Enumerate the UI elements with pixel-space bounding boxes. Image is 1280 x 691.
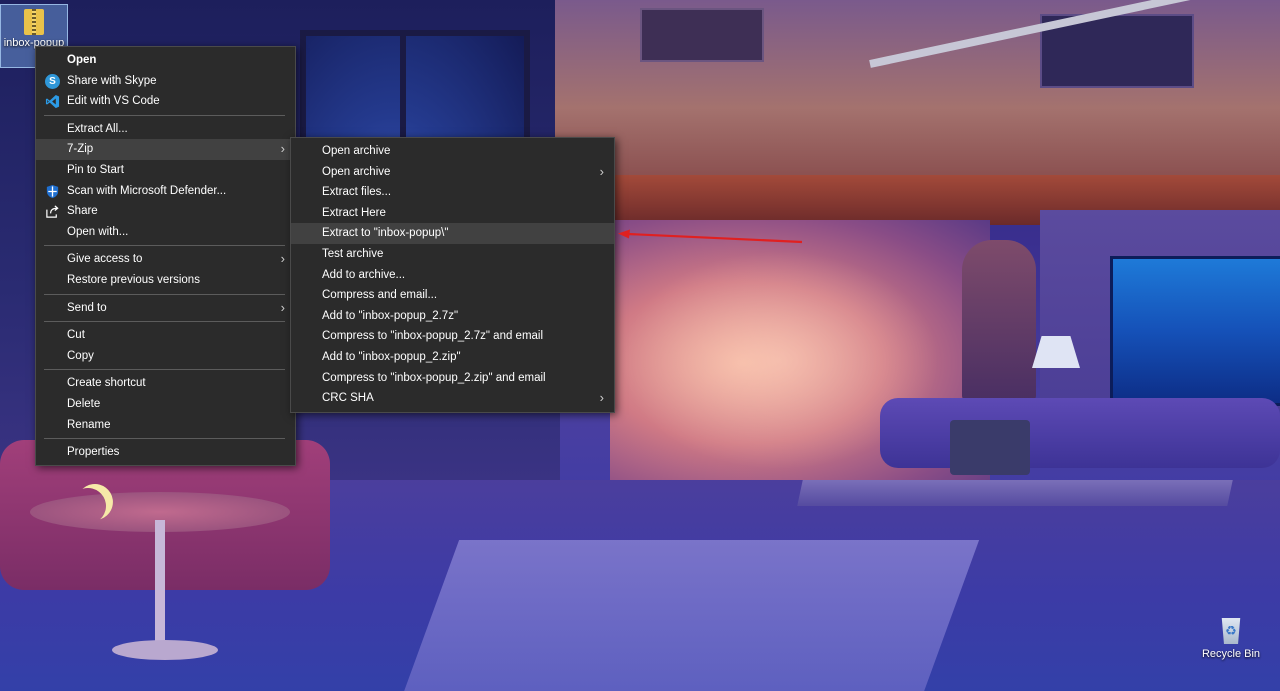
submenu-item-add-to-zip[interactable]: Add to "inbox-popup_2.zip": [291, 347, 614, 368]
menu-item-properties[interactable]: Properties: [36, 442, 295, 463]
menu-separator: [44, 114, 285, 116]
menu-item-edit-with-vscode[interactable]: Edit with VS Code: [36, 91, 295, 112]
menu-separator: [44, 245, 285, 247]
menu-item-7zip[interactable]: 7-Zip ›: [36, 139, 295, 160]
recycle-bin-label: Recycle Bin: [1201, 648, 1261, 660]
menu-item-label: CRC SHA: [322, 392, 374, 405]
menu-item-label: Restore previous versions: [67, 273, 200, 286]
menu-item-restore-previous-versions[interactable]: Restore previous versions: [36, 270, 295, 291]
menu-item-label: Edit with VS Code: [67, 95, 160, 108]
menu-item-label: Open with...: [67, 225, 129, 238]
chevron-right-icon: ›: [280, 141, 285, 157]
menu-item-label: Create shortcut: [67, 377, 146, 390]
menu-item-label: Test archive: [322, 247, 384, 260]
submenu-item-open-archive[interactable]: Open archive: [291, 141, 614, 162]
menu-item-label: Share: [67, 205, 98, 218]
menu-item-label: Open archive: [322, 165, 391, 178]
menu-item-create-shortcut[interactable]: Create shortcut: [36, 373, 295, 394]
submenu-item-extract-files[interactable]: Extract files...: [291, 182, 614, 203]
wallpaper-shelf: [640, 8, 764, 62]
chevron-right-icon: ›: [280, 299, 285, 315]
chevron-right-icon: ›: [599, 390, 604, 406]
wallpaper-couch: [880, 398, 1280, 468]
menu-item-give-access-to[interactable]: Give access to ›: [36, 249, 295, 270]
menu-item-label: Extract to "inbox-popup\": [322, 227, 449, 240]
menu-item-label: Properties: [67, 446, 120, 459]
menu-item-open[interactable]: Open: [36, 50, 295, 71]
menu-item-scan-with-defender[interactable]: Scan with Microsoft Defender...: [36, 181, 295, 202]
submenu-item-extract-here[interactable]: Extract Here: [291, 203, 614, 224]
menu-item-label: Cut: [67, 329, 85, 342]
menu-item-label: Open: [67, 54, 97, 66]
wallpaper-coffee-table: [797, 480, 1233, 506]
context-menu: Open S Share with Skype Edit with VS Cod…: [35, 46, 296, 466]
menu-separator: [44, 321, 285, 323]
menu-item-share[interactable]: Share: [36, 201, 295, 222]
submenu-item-open-archive-more[interactable]: Open archive ›: [291, 162, 614, 183]
wallpaper-table-foot: [112, 640, 218, 660]
menu-item-copy[interactable]: Copy: [36, 346, 295, 367]
submenu-item-add-to-7z[interactable]: Add to "inbox-popup_2.7z": [291, 306, 614, 327]
menu-separator: [44, 293, 285, 295]
menu-item-label: Compress and email...: [322, 289, 438, 302]
menu-item-label: Copy: [67, 349, 94, 362]
menu-item-label: 7-Zip: [67, 143, 94, 156]
menu-item-label: Rename: [67, 418, 111, 431]
recycle-bin-desktop-icon[interactable]: ♻ Recycle Bin: [1196, 618, 1266, 674]
menu-item-share-with-skype[interactable]: S Share with Skype: [36, 71, 295, 92]
submenu-item-extract-to-folder[interactable]: Extract to "inbox-popup\": [291, 223, 614, 244]
submenu-item-crc-sha[interactable]: CRC SHA ›: [291, 388, 614, 409]
menu-separator: [44, 369, 285, 371]
menu-item-extract-all[interactable]: Extract All...: [36, 119, 295, 140]
menu-item-label: Extract Here: [322, 206, 386, 219]
menu-item-send-to[interactable]: Send to ›: [36, 298, 295, 319]
submenu-item-add-to-archive[interactable]: Add to archive...: [291, 265, 614, 286]
menu-item-label: Open archive: [322, 145, 391, 157]
menu-item-label: Add to "inbox-popup_2.zip": [322, 350, 461, 363]
menu-item-label: Extract files...: [322, 186, 392, 199]
menu-item-label: Pin to Start: [67, 163, 124, 176]
menu-item-label: Compress to "inbox-popup_2.zip" and emai…: [322, 371, 546, 384]
menu-item-label: Scan with Microsoft Defender...: [67, 184, 227, 197]
menu-item-label: Add to "inbox-popup_2.7z": [322, 309, 459, 322]
submenu-item-compress-7z-email[interactable]: Compress to "inbox-popup_2.7z" and email: [291, 326, 614, 347]
sevenzip-submenu: Open archive Open archive › Extract file…: [290, 137, 615, 413]
menu-item-rename[interactable]: Rename: [36, 415, 295, 436]
submenu-item-test-archive[interactable]: Test archive: [291, 244, 614, 265]
menu-item-label: Add to archive...: [322, 268, 406, 281]
wallpaper-grandfather-clock: [962, 240, 1036, 400]
menu-item-open-with[interactable]: Open with...: [36, 222, 295, 243]
menu-item-label: Extract All...: [67, 122, 128, 135]
menu-item-label: Compress to "inbox-popup_2.7z" and email: [322, 330, 544, 343]
menu-item-label: Delete: [67, 397, 101, 410]
menu-item-delete[interactable]: Delete: [36, 394, 295, 415]
vscode-icon: [45, 94, 60, 109]
annotation-arrow-icon: [618, 229, 803, 244]
defender-shield-icon: [45, 184, 60, 199]
submenu-item-compress-and-email[interactable]: Compress and email...: [291, 285, 614, 306]
menu-item-label: Give access to: [67, 253, 143, 266]
menu-item-label: Share with Skype: [67, 74, 157, 87]
menu-item-label: Send to: [67, 301, 107, 314]
recycle-bin-icon: ♻: [1221, 618, 1241, 644]
zip-archive-icon: [24, 9, 44, 35]
menu-separator: [44, 438, 285, 440]
wallpaper-crt-monitor: [950, 420, 1030, 475]
skype-icon: S: [45, 73, 60, 89]
submenu-item-compress-zip-email[interactable]: Compress to "inbox-popup_2.zip" and emai…: [291, 368, 614, 389]
chevron-right-icon: ›: [599, 163, 604, 179]
menu-item-cut[interactable]: Cut: [36, 325, 295, 346]
wallpaper-aquarium: [1110, 256, 1280, 406]
chevron-right-icon: ›: [280, 251, 285, 267]
share-icon: [45, 204, 60, 219]
menu-item-pin-to-start[interactable]: Pin to Start: [36, 160, 295, 181]
wallpaper-rug: [400, 540, 980, 691]
wallpaper-table-leg: [155, 520, 165, 650]
